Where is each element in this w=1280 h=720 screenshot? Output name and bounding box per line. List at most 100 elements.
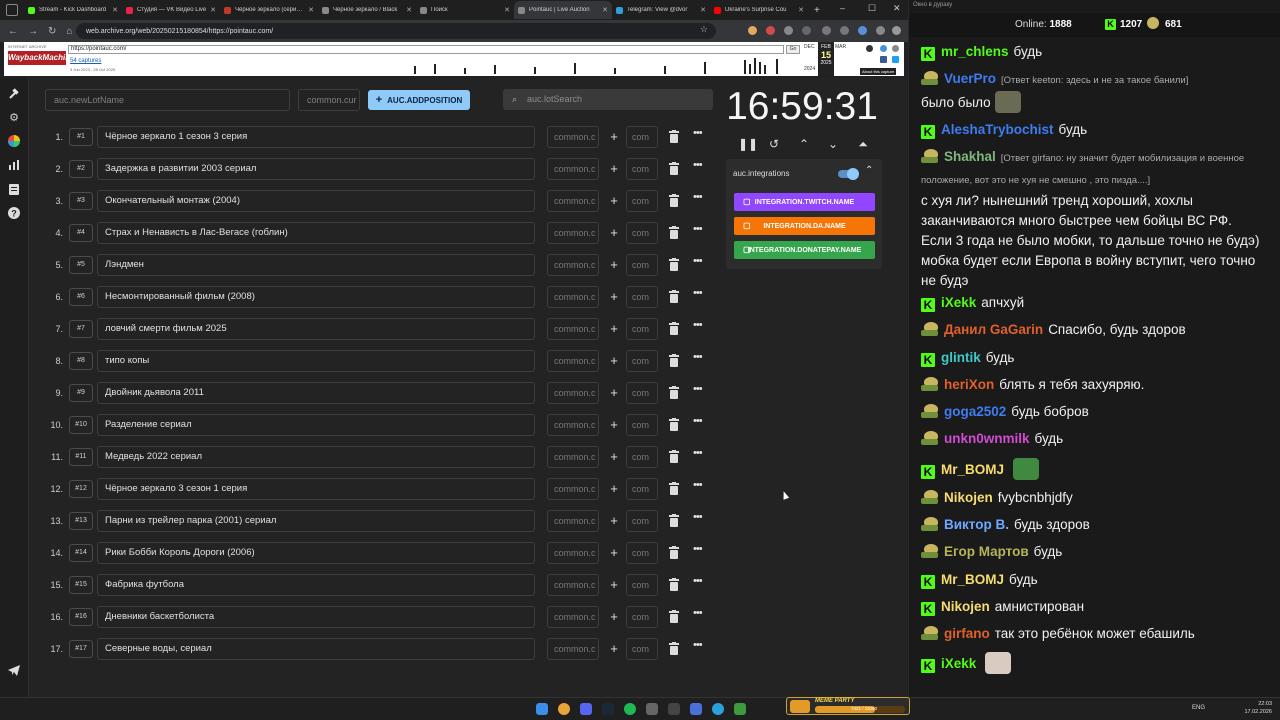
delete-trash-icon[interactable] <box>669 642 679 655</box>
tab-close-icon[interactable]: ✕ <box>112 6 118 14</box>
lot-add-amount-input[interactable]: com <box>626 382 658 404</box>
lot-name-input[interactable]: Чёрное зеркало 3 сезон 1 серия <box>97 478 535 500</box>
lot-amount-input[interactable]: common.c <box>547 286 599 308</box>
add-amount-plus-icon[interactable]: + <box>607 448 621 466</box>
delete-trash-icon[interactable] <box>669 386 679 399</box>
add-amount-plus-icon[interactable]: + <box>607 224 621 242</box>
cast-icon[interactable] <box>876 26 885 35</box>
chat-username[interactable]: Nikojen <box>941 599 990 614</box>
lot-add-amount-input[interactable]: com <box>626 542 658 564</box>
discord-icon[interactable] <box>580 703 592 715</box>
delete-trash-icon[interactable] <box>669 482 679 495</box>
lot-id-badge[interactable]: #16 <box>69 608 93 626</box>
more-options-icon[interactable]: ••• <box>693 287 703 299</box>
lot-id-badge[interactable]: #4 <box>69 224 93 242</box>
integration-button[interactable]: ▢ INTEGRATION.TWITCH.NAME <box>734 193 875 211</box>
media-icon[interactable] <box>822 26 831 35</box>
lot-id-badge[interactable]: #7 <box>69 320 93 338</box>
lot-amount-input[interactable]: common.c <box>547 574 599 596</box>
lot-add-amount-input[interactable]: com <box>626 222 658 244</box>
lot-id-badge[interactable]: #11 <box>69 448 93 466</box>
lot-id-badge[interactable]: #2 <box>69 160 93 178</box>
integration-button[interactable]: ▢ INTEGRATION.DONATEPAY.NAME <box>734 241 875 259</box>
new-tab-button[interactable]: + <box>814 5 820 16</box>
lot-id-badge[interactable]: #8 <box>69 352 93 370</box>
lot-name-input[interactable]: ловчий смерти фильм 2025 <box>97 318 535 340</box>
lot-id-badge[interactable]: #12 <box>69 480 93 498</box>
lot-name-input[interactable]: Задержка в развитии 2003 сериал <box>97 158 535 180</box>
browser-tab[interactable]: Черное зеркало / Black ✕ <box>318 1 416 19</box>
telegram-taskbar-icon[interactable] <box>712 703 724 715</box>
browser-tab[interactable]: Ukraine's Surprise Cou ✕ <box>710 1 808 19</box>
add-amount-plus-icon[interactable]: + <box>607 320 621 338</box>
puzzle-icon[interactable] <box>802 26 811 35</box>
lot-id-badge[interactable]: #10 <box>69 416 93 434</box>
more-options-icon[interactable]: ••• <box>693 479 703 491</box>
collapse-chevron-icon[interactable]: ⌃ <box>865 165 873 176</box>
delete-trash-icon[interactable] <box>669 610 679 623</box>
delete-trash-icon[interactable] <box>669 578 679 591</box>
lot-add-amount-input[interactable]: com <box>626 478 658 500</box>
delete-trash-icon[interactable] <box>669 514 679 527</box>
more-options-icon[interactable]: ••• <box>693 639 703 651</box>
lot-add-amount-input[interactable]: com <box>626 606 658 628</box>
bookmark-star-icon[interactable]: ☆ <box>700 24 708 35</box>
add-amount-plus-icon[interactable]: + <box>607 608 621 626</box>
lot-name-input[interactable]: Лэндмен <box>97 254 535 276</box>
browser-tab[interactable]: Telegram: View @dvor ✕ <box>612 1 710 19</box>
wheel-icon[interactable] <box>7 134 21 148</box>
lot-amount-input[interactable]: common.c <box>547 638 599 660</box>
lot-name-input[interactable]: Парни из трейлер парка (2001) сериал <box>97 510 535 532</box>
settings-gear-icon[interactable]: ⚙ <box>7 110 21 124</box>
lot-id-badge[interactable]: #17 <box>69 640 93 658</box>
add-amount-plus-icon[interactable]: + <box>607 256 621 274</box>
delete-trash-icon[interactable] <box>669 258 679 271</box>
add-amount-plus-icon[interactable]: + <box>607 512 621 530</box>
more-options-icon[interactable]: ••• <box>693 575 703 587</box>
add-amount-plus-icon[interactable]: + <box>607 192 621 210</box>
url-field[interactable]: web.archive.org/web/20250215180854/https… <box>76 23 716 39</box>
delete-trash-icon[interactable] <box>669 130 679 143</box>
lot-name-input[interactable]: Дневники баскетболиста <box>97 606 535 628</box>
chat-username[interactable]: Данил GaGarin <box>944 322 1043 337</box>
lot-add-amount-input[interactable]: com <box>626 158 658 180</box>
new-lot-amount-input[interactable]: common.cur <box>298 89 360 111</box>
more-options-icon[interactable]: ••• <box>693 319 703 331</box>
download-icon[interactable] <box>840 26 849 35</box>
system-clock[interactable]: 22:03 17.02.2026 <box>1240 700 1272 716</box>
tab-close-icon[interactable]: ✕ <box>406 6 412 14</box>
menu-icon[interactable] <box>892 26 901 35</box>
stats-chart-icon[interactable] <box>7 158 21 172</box>
back-icon[interactable]: ← <box>8 26 18 37</box>
chat-username[interactable]: Егор Мартов <box>944 544 1029 559</box>
close-window-icon[interactable]: ✕ <box>893 3 901 14</box>
obs-icon[interactable] <box>646 703 658 715</box>
add-amount-plus-icon[interactable]: + <box>607 640 621 658</box>
extension-icon[interactable] <box>748 26 757 35</box>
lot-id-badge[interactable]: #1 <box>69 128 93 146</box>
lot-amount-input[interactable]: common.c <box>547 446 599 468</box>
keyboard-language[interactable]: ENG <box>1192 705 1205 711</box>
add-amount-plus-icon[interactable]: + <box>607 128 621 146</box>
chat-username[interactable]: Виктор В. <box>944 517 1009 532</box>
wayback-url-input[interactable]: https://pointauc.com/ <box>68 45 784 54</box>
lot-amount-input[interactable]: common.c <box>547 222 599 244</box>
auction-hammer-icon[interactable] <box>7 86 21 100</box>
maximize-icon[interactable]: ☐ <box>868 3 876 14</box>
lot-id-badge[interactable]: #13 <box>69 512 93 530</box>
about-capture-link[interactable]: About this capture <box>860 68 897 75</box>
extension-icon[interactable] <box>766 26 775 35</box>
more-options-icon[interactable]: ••• <box>693 447 703 459</box>
lot-id-badge[interactable]: #15 <box>69 576 93 594</box>
history-clipboard-icon[interactable] <box>7 182 21 196</box>
chat-username[interactable]: AleshaTrybochist <box>941 122 1054 137</box>
browser-tab[interactable]: Чёрное зеркало (сериал) ✕ <box>220 1 318 19</box>
wayback-prev-month[interactable]: DEC <box>804 44 815 50</box>
lot-search-input[interactable]: ⌕ auc.lotSearch <box>503 89 713 110</box>
delete-trash-icon[interactable] <box>669 418 679 431</box>
lot-amount-input[interactable]: common.c <box>547 478 599 500</box>
lot-amount-input[interactable]: common.c <box>547 318 599 340</box>
more-options-icon[interactable]: ••• <box>693 223 703 235</box>
lot-amount-input[interactable]: common.c <box>547 542 599 564</box>
lot-amount-input[interactable]: common.c <box>547 510 599 532</box>
